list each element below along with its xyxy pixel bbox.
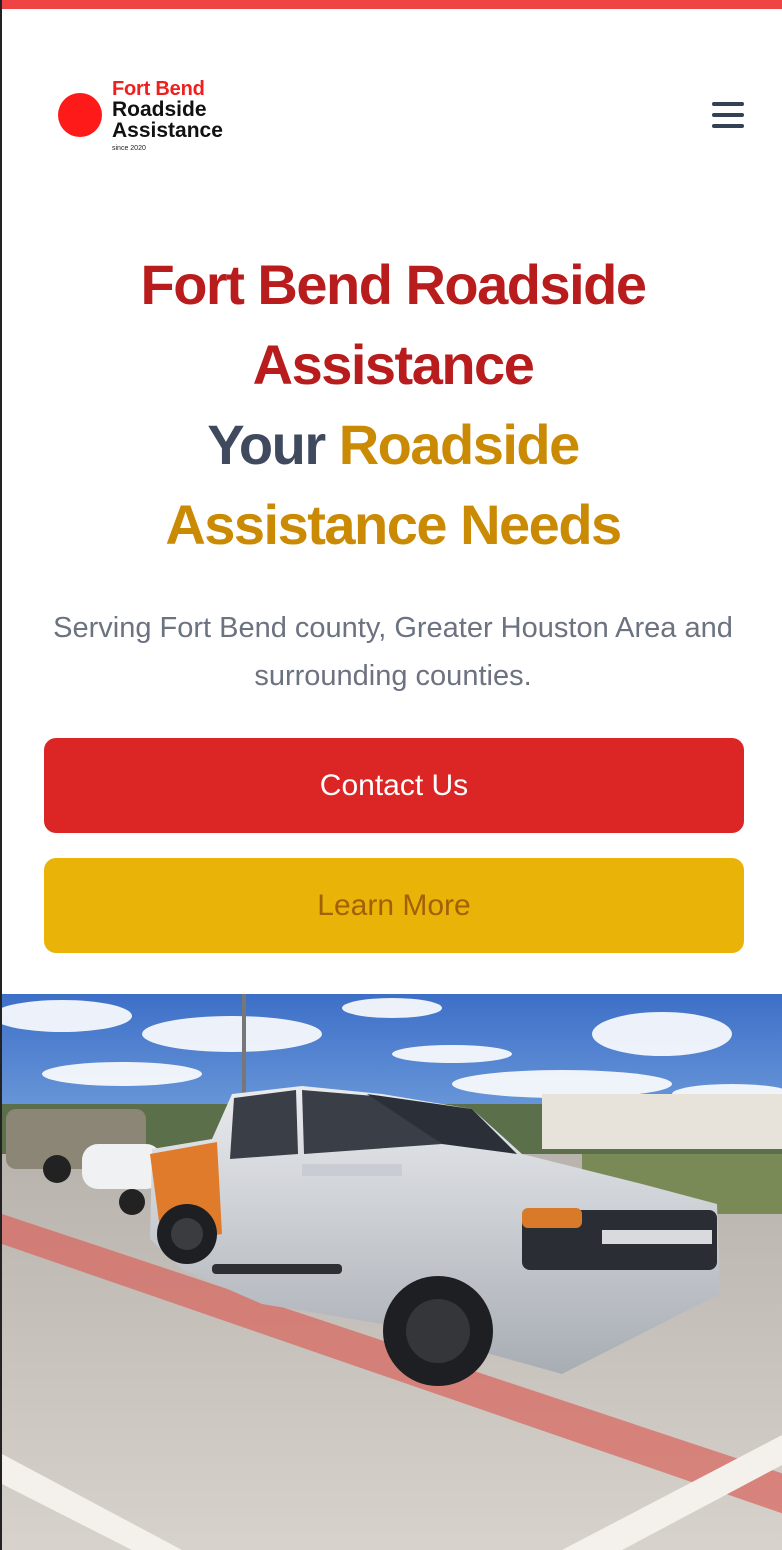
hero-title-your: Your — [207, 413, 326, 476]
learn-more-button[interactable]: Learn More — [44, 858, 744, 953]
contact-us-button[interactable]: Contact Us — [44, 738, 744, 833]
top-accent-bar — [2, 0, 782, 9]
site-header: Fort Bend Roadside Assistance since 2020 — [2, 9, 782, 209]
hero-title-highlight1: Roadside — [338, 413, 581, 476]
hamburger-menu-icon[interactable] — [710, 99, 744, 131]
logo-red-dot — [58, 93, 102, 137]
hero-subtitle: Serving Fort Bend county, Greater Housto… — [53, 612, 733, 692]
menu-bar — [712, 113, 744, 117]
hero-title: Fort Bend Roadside Assistance Your Roads… — [2, 245, 782, 565]
logo-text-assistance: Assistance — [112, 119, 223, 142]
hero-title-highlight2: Assistance Needs — [165, 493, 622, 556]
hero-photo-truck — [2, 994, 782, 1550]
hero-title-line1: Fort Bend Roadside — [140, 253, 647, 316]
hero-title-line2: Assistance — [252, 333, 535, 396]
menu-bar — [712, 124, 744, 128]
site-logo[interactable]: Fort Bend Roadside Assistance since 2020 — [58, 79, 238, 159]
logo-tagline: since 2020 — [112, 145, 146, 152]
logo-text-fort-bend: Fort Bend — [112, 78, 205, 100]
hero-title-line3: Your Roadside — [2, 405, 782, 485]
menu-bar — [712, 102, 744, 106]
logo-text-roadside: Roadside — [112, 98, 207, 121]
hero-section: Fort Bend Roadside Assistance Your Roads… — [2, 245, 782, 565]
